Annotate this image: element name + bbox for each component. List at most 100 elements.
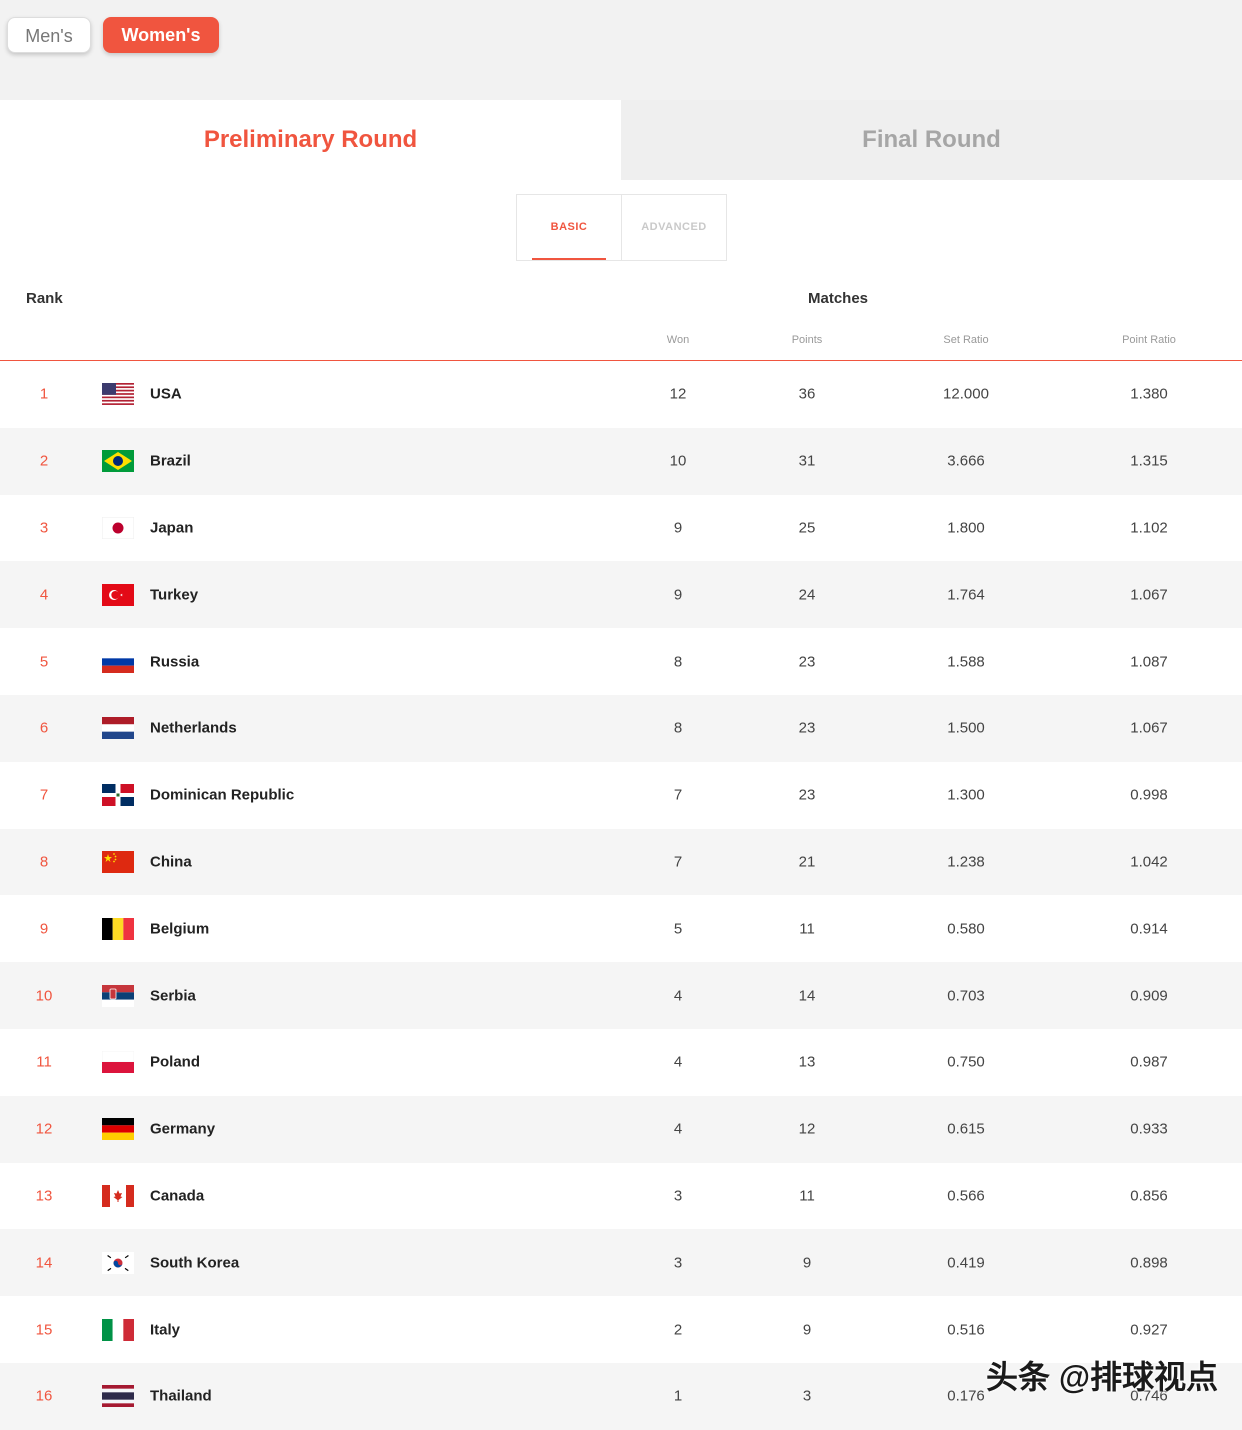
table-row[interactable]: 8 China 7 21 1.238 1.042 (0, 828, 1242, 896)
point-ratio-column-header: Point Ratio (1122, 334, 1176, 346)
subtab-advanced[interactable]: ADVANCED (621, 195, 726, 260)
set-ratio-cell: 0.615 (947, 1120, 985, 1138)
country-name[interactable]: USA (150, 386, 182, 403)
rank-cell: 13 (35, 1187, 53, 1205)
won-cell: 4 (673, 1120, 683, 1138)
country-name[interactable]: Japan (150, 519, 193, 536)
japan-flag-icon (102, 516, 134, 539)
rank-column-header: Rank (26, 290, 63, 307)
set-ratio-cell: 0.419 (947, 1254, 985, 1272)
mens-tab-button[interactable]: Men's (7, 17, 91, 53)
set-ratio-cell: 0.703 (947, 987, 985, 1005)
country-name[interactable]: Serbia (150, 987, 196, 1004)
country-name[interactable]: Poland (150, 1054, 200, 1071)
points-cell: 25 (798, 519, 816, 537)
set-ratio-cell: 0.580 (947, 920, 985, 938)
points-cell: 21 (798, 853, 816, 871)
table-row[interactable]: 1 USA 12 36 12.000 1.380 (0, 361, 1242, 428)
rank-cell: 6 (39, 719, 49, 737)
country-name[interactable]: Brazil (150, 453, 191, 470)
country-name[interactable]: Netherlands (150, 720, 237, 737)
rank-cell: 11 (36, 1053, 52, 1071)
point-ratio-cell: 0.998 (1130, 786, 1168, 804)
usa-flag-icon (102, 383, 134, 406)
points-cell: 23 (798, 786, 816, 804)
rank-cell: 14 (35, 1254, 53, 1272)
point-ratio-cell: 0.914 (1130, 920, 1168, 938)
set-ratio-cell: 1.238 (947, 853, 985, 871)
points-cell: 24 (798, 586, 816, 604)
points-cell: 31 (798, 452, 816, 470)
turkey-flag-icon (102, 583, 134, 606)
table-row[interactable]: 11 Poland 4 13 0.750 0.987 (0, 1029, 1242, 1096)
points-cell: 23 (798, 653, 816, 671)
country-name[interactable]: Germany (150, 1121, 215, 1138)
watermark: 头条 @排球视点 (986, 1359, 1219, 1395)
italy-flag-icon (102, 1318, 134, 1341)
table-row[interactable]: 5 Russia 8 23 1.588 1.087 (0, 628, 1242, 695)
point-ratio-cell: 0.927 (1130, 1321, 1168, 1339)
won-cell: 2 (673, 1321, 683, 1339)
won-cell: 4 (673, 987, 683, 1005)
country-name[interactable]: Italy (150, 1321, 180, 1338)
country-name[interactable]: Belgium (150, 920, 209, 937)
won-cell: 3 (673, 1254, 683, 1272)
standings-table: 1 USA 12 36 12.000 1.380 2 Brazil 10 31 3.666 1.315… (0, 361, 1242, 1430)
rank-cell: 4 (39, 586, 49, 604)
won-cell: 7 (673, 853, 683, 871)
rank-cell: 15 (35, 1321, 53, 1339)
point-ratio-cell: 1.067 (1130, 586, 1168, 604)
table-row[interactable]: 3 Japan 9 25 1.800 1.102 (0, 495, 1242, 562)
table-row[interactable]: 12 Germany 4 12 0.615 0.933 (0, 1095, 1242, 1163)
table-row[interactable]: 6 Netherlands 8 23 1.500 1.067 (0, 694, 1242, 762)
won-cell: 1 (673, 1387, 683, 1405)
won-cell: 8 (673, 719, 683, 737)
points-cell: 3 (802, 1387, 812, 1405)
country-name[interactable]: Turkey (150, 586, 198, 603)
points-cell: 11 (799, 1187, 815, 1205)
south-korea-flag-icon (102, 1251, 134, 1274)
netherlands-flag-icon (102, 717, 134, 740)
subtab-basic[interactable]: BASIC (517, 195, 621, 260)
table-row[interactable]: 10 Serbia 4 14 0.703 0.909 (0, 962, 1242, 1029)
table-row[interactable]: 4 Turkey 9 24 1.764 1.067 (0, 561, 1242, 629)
points-cell: 36 (798, 385, 816, 403)
won-cell: 5 (673, 920, 683, 938)
set-ratio-cell: 1.500 (947, 719, 985, 737)
country-name[interactable]: Thailand (150, 1388, 212, 1405)
won-cell: 8 (673, 653, 683, 671)
point-ratio-cell: 0.933 (1130, 1120, 1168, 1138)
womens-tab-button[interactable]: Women's (103, 17, 219, 53)
set-ratio-cell: 0.516 (947, 1321, 985, 1339)
set-ratio-cell: 12.000 (943, 385, 989, 403)
table-row[interactable]: 7 Dominican Republic 7 23 1.300 0.998 (0, 762, 1242, 829)
table-row[interactable]: 14 South Korea 3 9 0.419 0.898 (0, 1229, 1242, 1297)
set-ratio-cell: 1.300 (947, 786, 985, 804)
rank-cell: 10 (35, 987, 53, 1005)
tab-preliminary-round[interactable]: Preliminary Round (0, 100, 621, 180)
country-name[interactable]: Canada (150, 1187, 204, 1204)
set-ratio-cell: 1.800 (947, 519, 985, 537)
russia-flag-icon (102, 650, 134, 673)
point-ratio-cell: 0.987 (1130, 1053, 1168, 1071)
tab-final-round[interactable]: Final Round (621, 100, 1242, 180)
point-ratio-cell: 1.067 (1130, 719, 1168, 737)
country-name[interactable]: Russia (150, 653, 199, 670)
country-name[interactable]: South Korea (150, 1254, 239, 1271)
point-ratio-cell: 1.315 (1130, 452, 1168, 470)
poland-flag-icon (102, 1051, 134, 1074)
country-name[interactable]: Dominican Republic (150, 787, 294, 804)
germany-flag-icon (102, 1118, 134, 1141)
set-ratio-cell: 0.750 (947, 1053, 985, 1071)
table-row[interactable]: 13 Canada 3 11 0.566 0.856 (0, 1163, 1242, 1230)
point-ratio-cell: 1.087 (1130, 653, 1168, 671)
won-column-header: Won (666, 334, 690, 346)
country-name[interactable]: China (150, 853, 192, 870)
won-cell: 9 (673, 519, 683, 537)
won-cell: 3 (673, 1187, 683, 1205)
serbia-flag-icon (102, 984, 134, 1007)
rank-cell: 5 (39, 653, 49, 671)
table-row[interactable]: 2 Brazil 10 31 3.666 1.315 (0, 427, 1242, 495)
table-row[interactable]: 9 Belgium 5 11 0.580 0.914 (0, 895, 1242, 962)
set-ratio-cell: 0.176 (947, 1387, 985, 1405)
